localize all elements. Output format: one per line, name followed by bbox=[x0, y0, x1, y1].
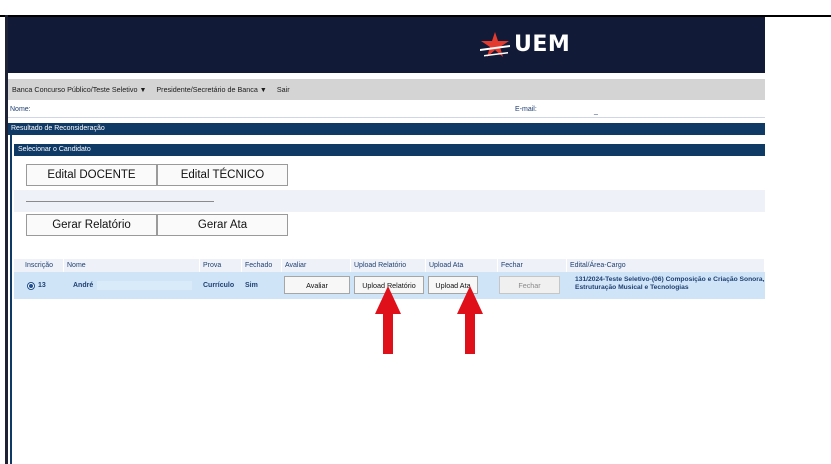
redacted-name bbox=[97, 281, 193, 290]
gerar-ata-button[interactable]: Gerar Ata bbox=[157, 214, 288, 236]
user-email-label: E-mail: bbox=[515, 106, 537, 113]
col-fechar: Fechar bbox=[498, 259, 567, 272]
divider-line bbox=[26, 201, 214, 202]
nome-value: André bbox=[73, 282, 94, 289]
avaliar-button[interactable]: Avaliar bbox=[284, 276, 350, 294]
caret-down-icon: ▼ bbox=[259, 87, 267, 94]
col-nome: Nome bbox=[64, 259, 200, 272]
app-window: UEM Banca Concurso Público/Teste Seletiv… bbox=[8, 17, 765, 464]
fechar-button[interactable]: Fechar bbox=[499, 276, 560, 294]
edital-tecnico-button[interactable]: Edital TÉCNICO bbox=[157, 164, 288, 186]
main-menu: Banca Concurso Público/Teste Seletivo ▼ P… bbox=[8, 79, 765, 100]
arrow-up-icon bbox=[457, 286, 483, 354]
edital-docente-button[interactable]: Edital DOCENTE bbox=[26, 164, 157, 186]
col-upload-ata: Upload Ata bbox=[426, 259, 498, 272]
panel-border bbox=[10, 135, 12, 464]
panel-title: Selecionar o Candidato bbox=[14, 144, 765, 156]
user-email-value: _ bbox=[594, 108, 598, 115]
col-fechado: Fechado bbox=[242, 259, 282, 272]
section-title: Resultado de Reconsideração bbox=[8, 123, 765, 135]
col-avaliar: Avaliar bbox=[282, 259, 351, 272]
fechado-value: Sim bbox=[245, 282, 258, 289]
user-info-bar: Nome: E-mail: _ bbox=[8, 103, 765, 118]
prova-value: Currículo bbox=[203, 282, 235, 289]
col-upload-relatorio: Upload Relatório bbox=[351, 259, 426, 272]
table-header: Inscrição Nome Prova Fechado Avaliar Upl… bbox=[14, 259, 765, 272]
uem-logo: UEM bbox=[478, 27, 570, 61]
header-banner: UEM bbox=[8, 17, 765, 73]
col-inscricao: Inscrição bbox=[22, 259, 64, 272]
menu-label: Banca Concurso Público/Teste Seletivo bbox=[12, 85, 138, 94]
uem-logo-mark-icon bbox=[480, 32, 510, 57]
caret-down-icon: ▼ bbox=[139, 87, 147, 94]
col-edital: Edital/Área-Cargo bbox=[567, 259, 765, 272]
col-prova: Prova bbox=[200, 259, 242, 272]
user-name-label: Nome: bbox=[10, 106, 31, 113]
menu-sair[interactable]: Sair bbox=[277, 85, 290, 94]
inscricao-value: 13 bbox=[38, 282, 46, 289]
menu-label: Presidente/Secretário de Banca bbox=[156, 85, 258, 94]
cell-nome: André bbox=[70, 272, 200, 299]
arrow-up-icon bbox=[375, 286, 401, 354]
gerar-relatorio-button[interactable]: Gerar Relatório bbox=[26, 214, 157, 236]
menu-presidente-secretario[interactable]: Presidente/Secretário de Banca ▼ bbox=[156, 85, 266, 94]
menu-label: Sair bbox=[276, 85, 290, 94]
logo-text: UEM bbox=[514, 31, 571, 57]
select-radio[interactable] bbox=[27, 281, 35, 290]
menu-banca-concurso[interactable]: Banca Concurso Público/Teste Seletivo ▼ bbox=[12, 85, 146, 94]
edital-value: 131/2024-Teste Seletivo-(06) Composição … bbox=[575, 276, 765, 291]
cell-inscricao: 13 bbox=[24, 272, 64, 299]
